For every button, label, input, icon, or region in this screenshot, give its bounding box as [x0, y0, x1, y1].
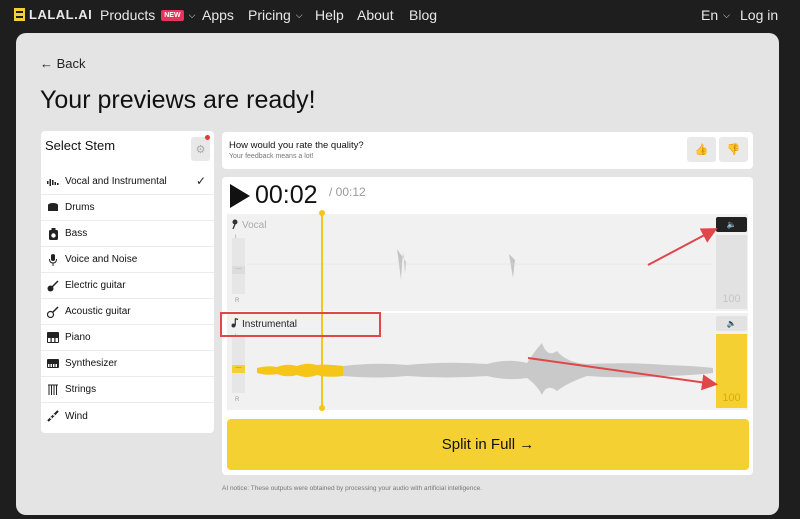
- stem-list: Vocal and Instrumental ✓ Drums Bass Voic…: [41, 169, 214, 429]
- language-label: En: [701, 7, 719, 23]
- stem-item-label: Acoustic guitar: [65, 306, 131, 317]
- gear-icon: ⚙: [195, 143, 206, 156]
- channel-right-label: R: [235, 298, 240, 304]
- stem-item-label: Bass: [65, 228, 88, 239]
- nav-products-label: Products: [100, 7, 156, 23]
- nav-apps[interactable]: Apps: [202, 7, 234, 23]
- nav-products[interactable]: Products NEW ⌵: [100, 7, 195, 23]
- stem-item-acoustic-guitar[interactable]: Acoustic guitar: [41, 299, 214, 325]
- stem-item-label: Voice and Noise: [65, 254, 138, 265]
- synthesizer-icon: [47, 358, 59, 370]
- stem-item-label: Piano: [65, 332, 91, 343]
- acoustic-guitar-icon: [47, 305, 59, 318]
- waveform-vocal[interactable]: [247, 214, 713, 311]
- volume-slider-instrumental[interactable]: 100: [716, 334, 747, 408]
- back-link[interactable]: ← Back: [40, 56, 86, 71]
- play-button[interactable]: [230, 184, 250, 208]
- rating-question: How would you rate the quality?: [229, 140, 364, 151]
- wind-icon: [47, 410, 59, 422]
- track-vocal: Vocal L R ― 🔈 100: [227, 214, 748, 311]
- stem-item-label: Synthesizer: [65, 358, 118, 369]
- mute-button-vocal[interactable]: 🔈: [716, 217, 747, 232]
- thumbs-down-button[interactable]: 👎: [719, 137, 748, 162]
- stem-item-bass[interactable]: Bass: [41, 221, 214, 247]
- notification-dot: [205, 135, 210, 140]
- stem-item-strings[interactable]: Strings: [41, 377, 214, 403]
- stem-item-label: Drums: [65, 202, 95, 213]
- ai-notice: AI notice: These outputs were obtained b…: [222, 485, 483, 492]
- nav-pricing[interactable]: Pricing ⌵: [248, 7, 303, 23]
- channel-right-label: R: [235, 397, 240, 403]
- settings-gear-button[interactable]: ⚙: [191, 137, 210, 161]
- page-title: Your previews are ready!: [40, 86, 316, 114]
- mute-button-instrumental[interactable]: 🔈: [716, 316, 747, 331]
- current-time: 00:02: [255, 181, 318, 209]
- stem-panel-heading: Select Stem: [45, 138, 116, 153]
- nav-about[interactable]: About: [357, 7, 394, 23]
- bass-icon: [47, 227, 59, 240]
- meter-level: ―: [232, 266, 245, 274]
- logo[interactable]: LALAL.AI: [14, 7, 92, 22]
- thumbs-up-icon: 👍: [694, 144, 709, 156]
- logo-icon: [14, 8, 25, 21]
- chevron-down-icon: ⌵: [188, 9, 196, 20]
- logo-text: LALAL.AI: [29, 7, 93, 22]
- playhead[interactable]: [319, 210, 325, 411]
- electric-guitar-icon: [47, 279, 59, 292]
- nav-help[interactable]: Help: [315, 7, 344, 23]
- volume-slider-vocal[interactable]: 100: [716, 235, 747, 309]
- login-link[interactable]: Log in: [740, 7, 778, 23]
- volume-value: 100: [722, 392, 741, 404]
- vocal-instrumental-icon: [47, 176, 59, 188]
- checkmark-icon: ✓: [195, 174, 206, 188]
- meter-level: ―: [232, 365, 245, 373]
- split-in-full-button[interactable]: Split in Full →: [227, 419, 749, 470]
- stem-item-drums[interactable]: Drums: [41, 195, 214, 221]
- nav-blog[interactable]: Blog: [409, 7, 437, 23]
- stem-item-label: Vocal and Instrumental: [65, 176, 167, 187]
- stem-item-label: Wind: [65, 410, 88, 422]
- chevron-down-icon: ⌵: [723, 9, 730, 20]
- stem-item-wind[interactable]: Wind: [41, 403, 214, 429]
- microphone-icon: [231, 219, 239, 232]
- speaker-icon: 🔈: [726, 220, 737, 229]
- new-badge: NEW: [161, 9, 184, 21]
- stem-item-piano[interactable]: Piano: [41, 325, 214, 351]
- highlight-box: [220, 312, 381, 337]
- chevron-down-icon: ⌵: [295, 9, 303, 20]
- nav-pricing-label: Pricing: [248, 7, 291, 23]
- level-meter: ―: [232, 238, 245, 294]
- stem-item-electric-guitar[interactable]: Electric guitar: [41, 273, 214, 299]
- stem-item-label: Electric guitar: [65, 280, 126, 291]
- stem-item-label: Strings: [65, 384, 97, 395]
- rating-subtext: Your feedback means a lot!: [229, 153, 314, 160]
- strings-icon: [47, 384, 59, 396]
- rating-box: How would you rate the quality? Your fee…: [222, 132, 753, 169]
- voice-noise-icon: [47, 253, 59, 266]
- stem-item-vocal-instrumental[interactable]: Vocal and Instrumental ✓: [41, 169, 214, 195]
- stem-item-synthesizer[interactable]: Synthesizer: [41, 351, 214, 377]
- thumbs-up-button[interactable]: 👍: [687, 137, 716, 162]
- volume-value: 100: [722, 293, 741, 305]
- drums-icon: [47, 202, 59, 214]
- piano-icon: [47, 332, 59, 344]
- thumbs-down-icon: 👎: [726, 144, 741, 156]
- stem-item-voice-noise[interactable]: Voice and Noise: [41, 247, 214, 273]
- speaker-icon: 🔈: [726, 319, 737, 328]
- stem-panel: Select Stem ⚙ Vocal and Instrumental ✓ D…: [41, 131, 214, 433]
- top-nav: LALAL.AI Products NEW ⌵ Apps Pricing ⌵ H…: [0, 0, 800, 30]
- language-selector[interactable]: En ⌵: [701, 7, 730, 23]
- total-time: / 00:12: [329, 185, 366, 199]
- level-meter: ―: [232, 337, 245, 393]
